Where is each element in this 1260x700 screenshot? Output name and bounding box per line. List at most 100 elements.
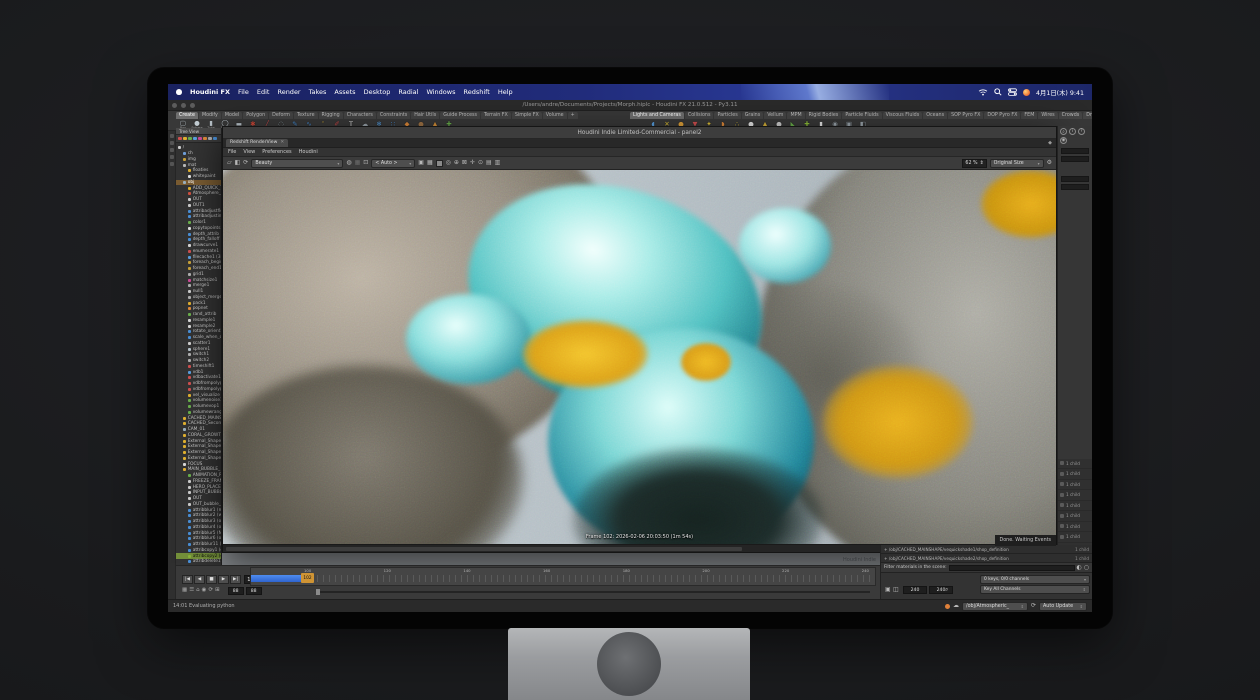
- timeline[interactable]: 100120140160180200220240 102: [250, 567, 876, 586]
- shelf-tab[interactable]: Constraints: [377, 112, 410, 119]
- focus-picker-icon[interactable]: ◎: [446, 160, 451, 166]
- playbar-option-icon[interactable]: ☰: [189, 588, 194, 594]
- menubar-menu-item[interactable]: Assets: [334, 88, 355, 96]
- shelf-tab[interactable]: Viscous Fluids: [883, 112, 923, 119]
- menubar-menu-item[interactable]: Help: [498, 88, 513, 96]
- keys-channels-button[interactable]: 0 keys, 0/0 channels▾: [980, 575, 1090, 584]
- child-count-row[interactable]: 1 child: [1058, 490, 1092, 501]
- child-count-row[interactable]: 1 child: [1058, 511, 1092, 522]
- loop-icon[interactable]: ⟳: [208, 588, 213, 594]
- magnifier-button[interactable]: ⌕: [945, 587, 948, 593]
- ab-compare-icon[interactable]: ◧: [235, 160, 241, 166]
- control-center-icon[interactable]: [1008, 88, 1017, 96]
- wifi-icon[interactable]: [978, 88, 988, 96]
- playback-range-bar[interactable]: [251, 575, 307, 582]
- shelf-tab[interactable]: Model: [222, 112, 242, 119]
- gear-icon[interactable]: ⚙: [1047, 160, 1052, 166]
- renderview-menu-item[interactable]: Houdini: [299, 149, 318, 155]
- playhead[interactable]: 102: [301, 573, 314, 583]
- shelf-tab[interactable]: MPM: [787, 112, 804, 119]
- transport-button[interactable]: ■: [206, 575, 217, 584]
- shelf-tab[interactable]: SOP Pyro FX: [948, 112, 983, 119]
- search-icon[interactable]: [994, 88, 1002, 96]
- tree-pane-tab[interactable]: Tree View: [176, 128, 221, 135]
- shelf-tab[interactable]: DOP Pyro FX: [984, 112, 1020, 119]
- lock-icon[interactable]: ▣: [418, 160, 424, 166]
- transport-button[interactable]: ◀: [194, 575, 205, 584]
- half-circle-icon[interactable]: ◐: [1077, 565, 1082, 571]
- playbar-option-icon[interactable]: ⌂: [196, 588, 200, 594]
- grid-icon[interactable]: ▦: [427, 160, 433, 166]
- tree-toolbar-icon[interactable]: [178, 137, 182, 141]
- shelf-tab[interactable]: Vellum: [764, 112, 786, 119]
- tree-toolbar-icon[interactable]: [188, 137, 192, 141]
- restart-render-icon[interactable]: ⟳: [243, 160, 248, 166]
- renderview-menu-item[interactable]: View: [243, 149, 255, 155]
- shelf-tab[interactable]: Crowds: [1059, 112, 1083, 119]
- isolate-icon[interactable]: ⊠: [462, 160, 467, 166]
- info-icon[interactable]: i: [1069, 128, 1076, 135]
- help-icon[interactable]: ?: [1078, 128, 1085, 135]
- shelf-tab[interactable]: Create: [176, 112, 198, 119]
- range-start-field[interactable]: 88: [228, 587, 244, 595]
- shelf-tab[interactable]: Rigid Bodies: [806, 112, 842, 119]
- pan-zoom-icon[interactable]: ⊙: [478, 160, 483, 166]
- range-slider[interactable]: [316, 591, 870, 593]
- material-row[interactable]: + /obj/CACHED_MAINSHAPE/vequickshade1/sh…: [881, 545, 1092, 554]
- resolution-dropdown[interactable]: < Auto >▾: [371, 159, 415, 168]
- shelf-tab[interactable]: Oceans: [923, 112, 947, 119]
- child-count-row[interactable]: 1 child: [1058, 501, 1092, 512]
- shelf-tab[interactable]: +: [568, 112, 578, 119]
- circle-icon[interactable]: ○: [1084, 565, 1089, 571]
- menubar-app-name[interactable]: Houdini FX: [190, 88, 230, 96]
- playbar-option-icon[interactable]: ⊞: [215, 588, 220, 594]
- magnify-icon[interactable]: ⌕: [1060, 128, 1067, 135]
- shelf-tab[interactable]: Texture: [294, 112, 318, 119]
- material-row[interactable]: + /obj/CACHED_MAINSHAPE/vequickshade2/sh…: [881, 554, 1092, 563]
- tree-toolbar-icon[interactable]: [198, 137, 202, 141]
- shelf-tab[interactable]: Simple FX: [512, 112, 542, 119]
- keyframe-icon[interactable]: ◫: [893, 587, 899, 593]
- shelf-tab[interactable]: FEM: [1021, 112, 1037, 119]
- tree-toolbar-icon[interactable]: [213, 137, 217, 141]
- auto-update-dropdown[interactable]: Auto Update⇕: [1039, 602, 1087, 611]
- playbar-option-icon[interactable]: ▦: [182, 588, 187, 594]
- context-dropdown[interactable]: /obj/Atmospheric_⇕: [962, 602, 1028, 611]
- child-count-row[interactable]: 1 child: [1058, 532, 1092, 543]
- snapshot-icon[interactable]: ◍: [346, 160, 351, 166]
- menubar-menu-item[interactable]: Radial: [398, 88, 418, 96]
- close-tab-icon[interactable]: ✕: [280, 139, 284, 147]
- menubar-menu-item[interactable]: Edit: [257, 88, 270, 96]
- child-count-row[interactable]: 1 child: [1058, 480, 1092, 491]
- tree-toolbar-icon[interactable]: [193, 137, 197, 141]
- menubar-menu-item[interactable]: Redshift: [463, 88, 489, 96]
- renderview-window-title[interactable]: Houdini Indie Limited-Commercial - panel…: [223, 127, 1056, 139]
- menubar-menu-item[interactable]: Windows: [426, 88, 455, 96]
- shelf-tab[interactable]: Volume: [543, 112, 567, 119]
- zoom-spinner[interactable]: 62 %⇕: [962, 159, 986, 168]
- desktop-tool-icon[interactable]: [170, 155, 174, 159]
- shelf-tab[interactable]: Terrain FX: [481, 112, 511, 119]
- key-all-channels-button[interactable]: Key All Channels⇕: [980, 585, 1090, 594]
- transport-button[interactable]: |◀: [182, 575, 193, 584]
- background-swatch[interactable]: [436, 160, 443, 167]
- buckets-icon[interactable]: ▥: [495, 160, 501, 166]
- shelf-tab[interactable]: Hair Utils: [411, 112, 439, 119]
- parameter-field[interactable]: [1061, 184, 1089, 190]
- menubar-menu-item[interactable]: Render: [277, 88, 300, 96]
- menubar-menu-item[interactable]: File: [238, 88, 249, 96]
- shelf-tab[interactable]: Wires: [1038, 112, 1057, 119]
- pixel-probe-icon[interactable]: ⊕: [454, 160, 459, 166]
- layers-icon[interactable]: ▤: [486, 160, 492, 166]
- shelf-tab[interactable]: Characters: [344, 112, 376, 119]
- renderview-menu-item[interactable]: Preferences: [262, 149, 291, 155]
- tree-toolbar-icon[interactable]: [203, 137, 207, 141]
- parameter-field[interactable]: [1061, 176, 1089, 182]
- transport-button[interactable]: ▶: [218, 575, 229, 584]
- parameter-field[interactable]: [1061, 156, 1089, 162]
- global-range-field[interactable]: 240: [929, 586, 953, 594]
- renderview-menu-item[interactable]: File: [228, 149, 236, 155]
- global-range-field[interactable]: 240: [903, 586, 927, 594]
- shelf-tab[interactable]: Lights and Cameras: [630, 112, 684, 119]
- aov-dropdown[interactable]: Beauty▾: [251, 159, 343, 168]
